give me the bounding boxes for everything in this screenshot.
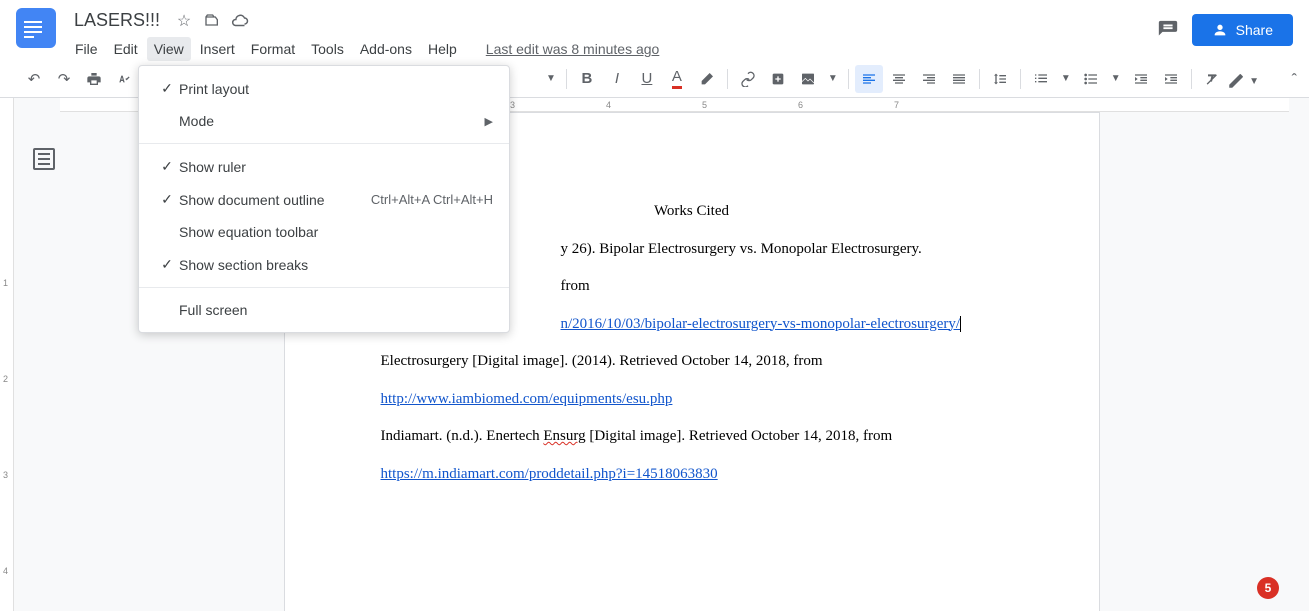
menu-show-ruler[interactable]: ✓ Show ruler xyxy=(139,150,509,183)
decrease-indent-button[interactable] xyxy=(1127,65,1155,93)
menu-format[interactable]: Format xyxy=(244,37,302,61)
explore-badge[interactable]: 5 xyxy=(1257,577,1279,599)
star-icon[interactable]: ☆ xyxy=(174,11,194,31)
citation-link[interactable]: http://www.iambiomed.com/equipments/esu.… xyxy=(381,391,673,407)
comments-icon[interactable] xyxy=(1156,18,1180,42)
share-button[interactable]: Share xyxy=(1192,14,1293,46)
separator xyxy=(979,69,980,89)
separator xyxy=(1020,69,1021,89)
menu-print-layout[interactable]: ✓ Print layout xyxy=(139,72,509,105)
check-icon: ✓ xyxy=(155,80,179,97)
align-left-button[interactable] xyxy=(855,65,883,93)
clear-formatting-button[interactable] xyxy=(1198,65,1226,93)
bulleted-list-button[interactable] xyxy=(1077,65,1105,93)
numbered-dropdown[interactable]: ▼ xyxy=(1057,73,1075,84)
separator xyxy=(1191,69,1192,89)
comment-button[interactable] xyxy=(764,65,792,93)
chevron-right-icon: ▶ xyxy=(485,115,493,128)
separator xyxy=(139,143,509,144)
text-color-button[interactable]: A xyxy=(663,65,691,93)
align-right-button[interactable] xyxy=(915,65,943,93)
separator xyxy=(848,69,849,89)
line-spacing-button[interactable] xyxy=(986,65,1014,93)
menu-tools[interactable]: Tools xyxy=(304,37,351,61)
person-icon xyxy=(1212,22,1228,38)
bulleted-dropdown[interactable]: ▼ xyxy=(1107,73,1125,84)
separator xyxy=(566,69,567,89)
image-button[interactable] xyxy=(794,65,822,93)
last-edit-link[interactable]: Last edit was 8 minutes ago xyxy=(486,41,660,57)
spelling-error: Ensurg xyxy=(543,428,585,444)
menu-file[interactable]: File xyxy=(68,37,105,61)
document-title[interactable]: LASERS!!! xyxy=(68,8,166,33)
citation-link[interactable]: n/2016/10/03/bipolar-electrosurgery-vs-m… xyxy=(561,316,961,332)
highlight-button[interactable] xyxy=(693,65,721,93)
undo-button[interactable]: ↶ xyxy=(20,65,48,93)
menu-show-equation[interactable]: Show equation toolbar xyxy=(139,216,509,248)
menu-show-section[interactable]: ✓ Show section breaks xyxy=(139,248,509,281)
citation-text: Electrosurgery [Digital image]. (2014). … xyxy=(381,343,1003,381)
check-icon: ✓ xyxy=(155,158,179,175)
editing-mode-button[interactable]: ▼ xyxy=(1227,72,1259,90)
collapse-toolbar-button[interactable]: ˆ xyxy=(1292,72,1297,90)
separator xyxy=(727,69,728,89)
citation-link[interactable]: https://m.indiamart.com/proddetail.php?i… xyxy=(381,466,718,482)
zoom-dropdown[interactable]: ▼ xyxy=(542,73,560,84)
underline-button[interactable]: U xyxy=(633,65,661,93)
print-button[interactable] xyxy=(80,65,108,93)
menu-edit[interactable]: Edit xyxy=(107,37,145,61)
outline-toggle-icon[interactable] xyxy=(33,148,55,170)
view-dropdown-menu: ✓ Print layout Mode ▶ ✓ Show ruler ✓ Sho… xyxy=(138,65,510,333)
image-dropdown[interactable]: ▼ xyxy=(824,73,842,84)
link-button[interactable] xyxy=(734,65,762,93)
menu-addons[interactable]: Add-ons xyxy=(353,37,419,61)
spellcheck-button[interactable] xyxy=(110,65,138,93)
cloud-icon[interactable] xyxy=(230,11,250,31)
docs-logo[interactable] xyxy=(16,8,56,48)
align-justify-button[interactable] xyxy=(945,65,973,93)
menu-full-screen[interactable]: Full screen xyxy=(139,294,509,326)
vertical-ruler: 1 2 3 4 xyxy=(0,98,14,611)
redo-button[interactable]: ↷ xyxy=(50,65,78,93)
check-icon: ✓ xyxy=(155,191,179,208)
menu-help[interactable]: Help xyxy=(421,37,464,61)
move-icon[interactable] xyxy=(202,11,222,31)
italic-button[interactable]: I xyxy=(603,65,631,93)
share-label: Share xyxy=(1236,22,1273,38)
numbered-list-button[interactable] xyxy=(1027,65,1055,93)
separator xyxy=(139,287,509,288)
bold-button[interactable]: B xyxy=(573,65,601,93)
citation-text: Indiamart. (n.d.). Enertech Ensurg [Digi… xyxy=(381,418,1003,456)
menu-insert[interactable]: Insert xyxy=(193,37,242,61)
align-center-button[interactable] xyxy=(885,65,913,93)
increase-indent-button[interactable] xyxy=(1157,65,1185,93)
menu-show-outline[interactable]: ✓ Show document outline Ctrl+Alt+A Ctrl+… xyxy=(139,183,509,216)
check-icon: ✓ xyxy=(155,256,179,273)
menu-mode[interactable]: Mode ▶ xyxy=(139,105,509,137)
menu-view[interactable]: View xyxy=(147,37,191,61)
